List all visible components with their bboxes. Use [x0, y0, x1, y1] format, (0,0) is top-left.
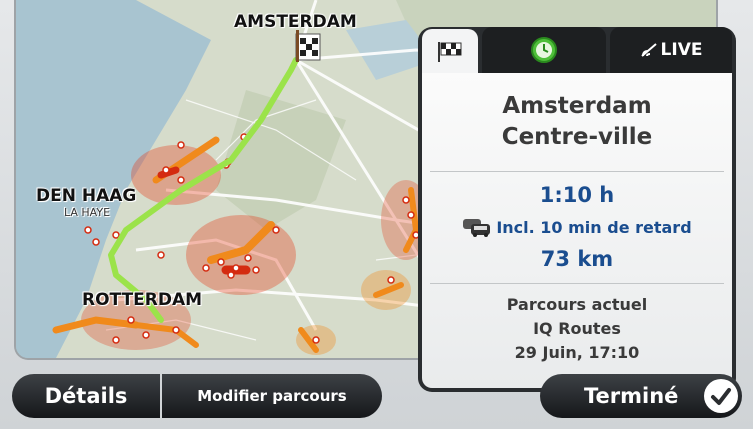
- details-button-label: Détails: [44, 384, 128, 408]
- city-label-amsterdam: AMSTERDAM: [234, 12, 357, 32]
- tab-route-summary[interactable]: [422, 29, 478, 75]
- destination-name: Amsterdam Centre-ville: [422, 91, 732, 153]
- divider: [430, 283, 724, 284]
- city-label-den-haag: DEN HAAG: [36, 186, 137, 206]
- modify-route-button-label: Modifier parcours: [197, 387, 347, 405]
- live-signal-icon: [640, 43, 657, 57]
- route-planning-method: IQ Routes: [533, 319, 621, 338]
- navigation-screen: AMSTERDAM DEN HAAG LA HAYE ROTTERDAM LIV…: [0, 0, 753, 429]
- divider: [430, 171, 724, 172]
- delay-row: Incl. 10 min de retard: [422, 216, 732, 238]
- destination-line-1: Amsterdam: [502, 93, 652, 119]
- done-button-label: Terminé: [584, 384, 679, 408]
- tab-time-summary[interactable]: [482, 27, 606, 73]
- traffic-cars-icon: [463, 219, 491, 237]
- modify-route-button[interactable]: Modifier parcours: [162, 374, 382, 418]
- trip-distance: 73 km: [540, 247, 614, 271]
- clock-icon: [531, 37, 557, 63]
- route-timestamp: 29 Juin, 17:10: [514, 343, 640, 362]
- trip-duration: 1:10 h: [539, 183, 615, 207]
- route-summary-body: Amsterdam Centre-ville 1:10 h Incl. 10 m…: [422, 73, 732, 388]
- city-label-la-haye: LA HAYE: [64, 206, 111, 219]
- destination-line-2: Centre-ville: [501, 124, 653, 150]
- done-button[interactable]: Terminé: [540, 374, 742, 418]
- tab-live-label: LIVE: [660, 40, 703, 60]
- tab-live[interactable]: LIVE: [610, 27, 732, 73]
- route-type-label: Parcours actuel: [506, 295, 648, 314]
- route-info-panel: LIVE Amsterdam Centre-ville 1:10 h Incl.…: [418, 27, 736, 392]
- delay-text: Incl. 10 min de retard: [496, 217, 692, 237]
- checkered-flag-icon: [438, 42, 462, 62]
- checkmark-icon: [704, 379, 738, 413]
- city-label-rotterdam: ROTTERDAM: [82, 290, 203, 310]
- details-button[interactable]: Détails: [12, 374, 160, 418]
